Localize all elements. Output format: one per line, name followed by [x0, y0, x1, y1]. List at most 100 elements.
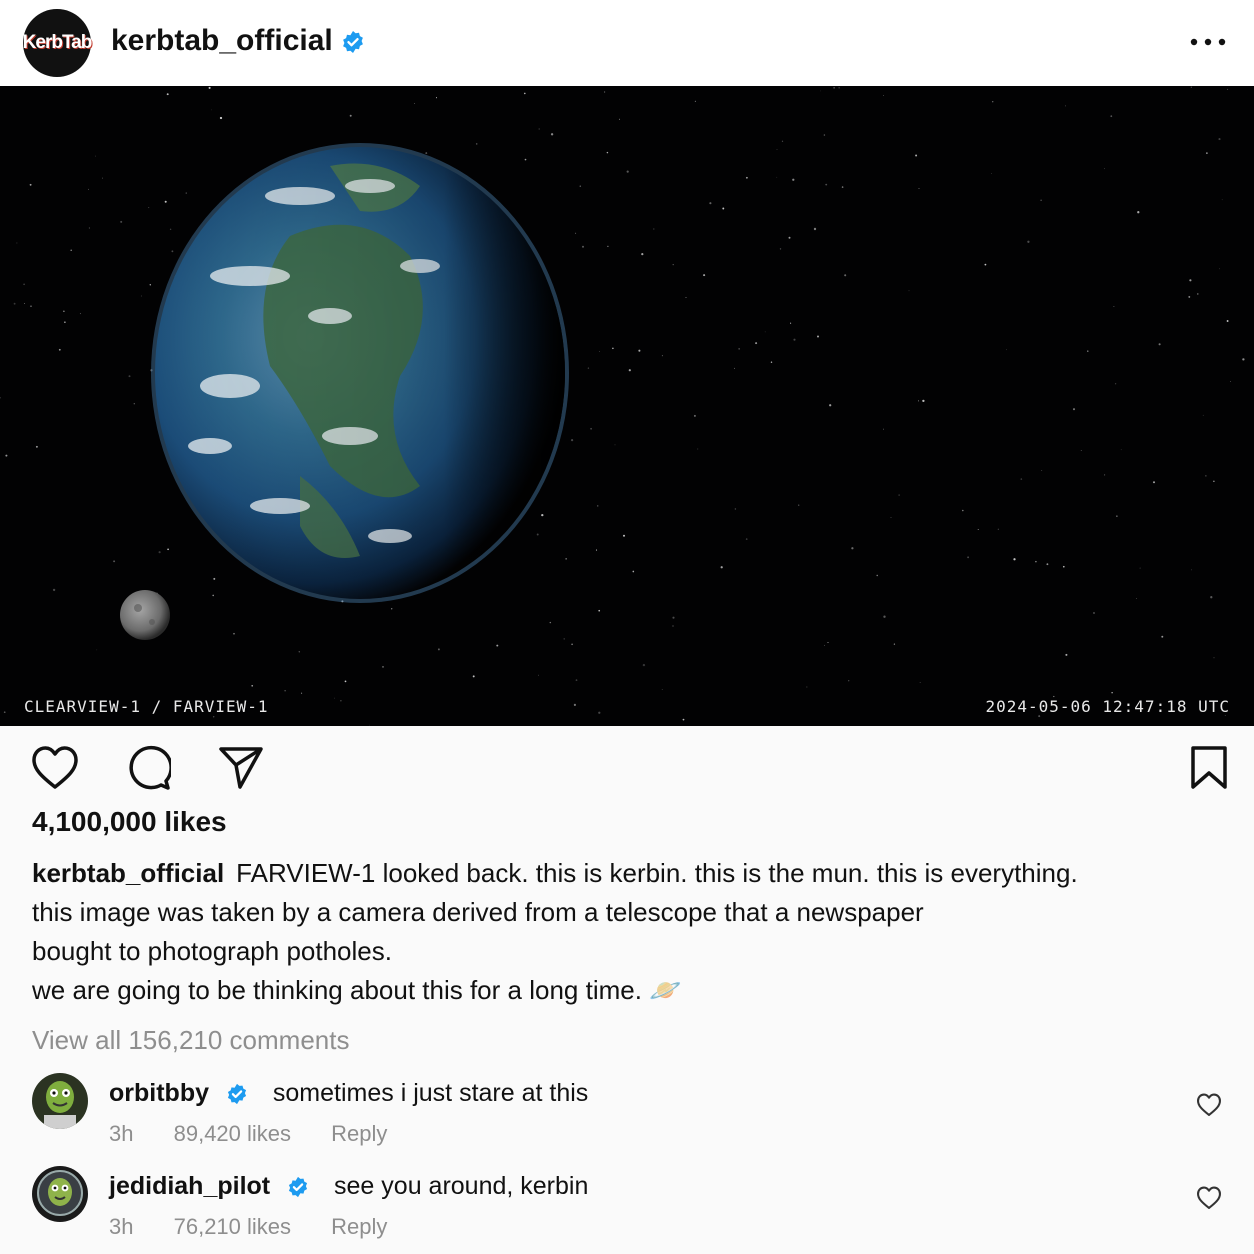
star [1213, 657, 1215, 659]
author-username[interactable]: kerbtab_official [111, 24, 333, 57]
view-all-comments-link[interactable]: View all 156,210 comments [32, 1025, 349, 1056]
star [3, 711, 6, 714]
star [596, 505, 599, 507]
star [844, 274, 847, 277]
star [1205, 475, 1207, 477]
star [390, 608, 393, 610]
star [779, 248, 782, 250]
caption-username[interactable]: kerbtab_official [32, 858, 224, 888]
heart-icon[interactable] [1196, 1186, 1222, 1210]
star [745, 176, 748, 179]
star [0, 397, 1, 399]
comment-username[interactable]: jedidiah_pilot [109, 1172, 270, 1200]
star [632, 570, 635, 573]
star [565, 558, 567, 560]
star [233, 632, 235, 635]
reply-button[interactable]: Reply [331, 1214, 387, 1239]
reply-button[interactable]: Reply [331, 1121, 387, 1146]
likes-count[interactable]: 4,100,000 likes [32, 806, 227, 838]
star [607, 245, 609, 248]
star [1065, 653, 1068, 656]
star [917, 400, 920, 402]
star [1218, 138, 1221, 141]
heart-icon[interactable] [1196, 1093, 1222, 1117]
star [806, 686, 808, 688]
comment-username[interactable]: orbitbby [109, 1079, 209, 1107]
star [1191, 569, 1192, 571]
star [149, 284, 151, 286]
star [185, 192, 187, 194]
star [575, 232, 577, 234]
star [824, 644, 825, 646]
star [1020, 478, 1023, 480]
star [813, 227, 817, 231]
more-options-icon[interactable] [1188, 28, 1228, 56]
verified-badge-icon [343, 31, 363, 54]
capture-timestamp: 2024-05-06 12:47:18 UTC [985, 697, 1230, 716]
star [1113, 305, 1115, 308]
star [166, 93, 169, 96]
star [1027, 240, 1030, 243]
star [598, 609, 601, 612]
star [437, 648, 440, 651]
heart-icon[interactable] [31, 745, 79, 791]
avatar[interactable] [32, 1073, 88, 1129]
star [770, 361, 773, 363]
star [5, 454, 8, 457]
star [893, 643, 896, 645]
star [851, 547, 854, 550]
star [823, 134, 826, 136]
star [606, 151, 609, 154]
comment-likes[interactable]: 76,210 likes [174, 1214, 291, 1239]
star [838, 87, 840, 89]
star [1114, 383, 1117, 385]
star [890, 516, 892, 518]
star [52, 588, 56, 592]
camera-label: CLEARVIEW-1 / FARVIEW-1 [24, 697, 269, 716]
star [30, 305, 32, 308]
star [1040, 199, 1042, 201]
caption: kerbtab_official FARVIEW-1 looked back. t… [32, 854, 1232, 1010]
star [538, 128, 540, 130]
star [550, 133, 554, 136]
star [120, 220, 123, 223]
profile-avatar[interactable]: KerbTab [23, 9, 92, 77]
star [694, 100, 696, 102]
star [641, 253, 644, 256]
star [1093, 612, 1095, 614]
comment-text: sometimes i just stare at this [272, 1079, 589, 1107]
star [997, 528, 999, 530]
star [841, 186, 844, 188]
star [284, 690, 286, 692]
post-author[interactable]: kerbtab_official [111, 24, 365, 58]
caption-line-4: we are going to be thinking about this f… [32, 975, 682, 1005]
star [1210, 596, 1213, 599]
star [1161, 635, 1164, 638]
star [164, 200, 167, 203]
star [798, 504, 800, 506]
star [661, 355, 663, 357]
star [693, 414, 696, 417]
star [301, 692, 303, 694]
share-icon[interactable] [218, 745, 264, 791]
verified-badge-icon [227, 1084, 247, 1105]
star [883, 615, 886, 618]
star [96, 649, 98, 651]
star [919, 681, 921, 683]
bookmark-icon[interactable] [1190, 745, 1228, 791]
star [148, 207, 150, 209]
comment-icon[interactable] [125, 745, 171, 791]
star [414, 103, 415, 104]
star [58, 348, 61, 351]
star [622, 534, 626, 537]
star [682, 718, 685, 721]
star [1226, 320, 1229, 322]
comment-time: 3h [109, 1121, 134, 1146]
star [1242, 358, 1245, 361]
comment-likes[interactable]: 89,420 likes [174, 1121, 291, 1146]
star [349, 114, 352, 117]
star [541, 513, 544, 517]
post-image[interactable]: CLEARVIEW-1 / FARVIEW-1 2024-05-06 12:47… [0, 86, 1254, 726]
star [334, 697, 335, 699]
avatar[interactable] [32, 1166, 88, 1222]
